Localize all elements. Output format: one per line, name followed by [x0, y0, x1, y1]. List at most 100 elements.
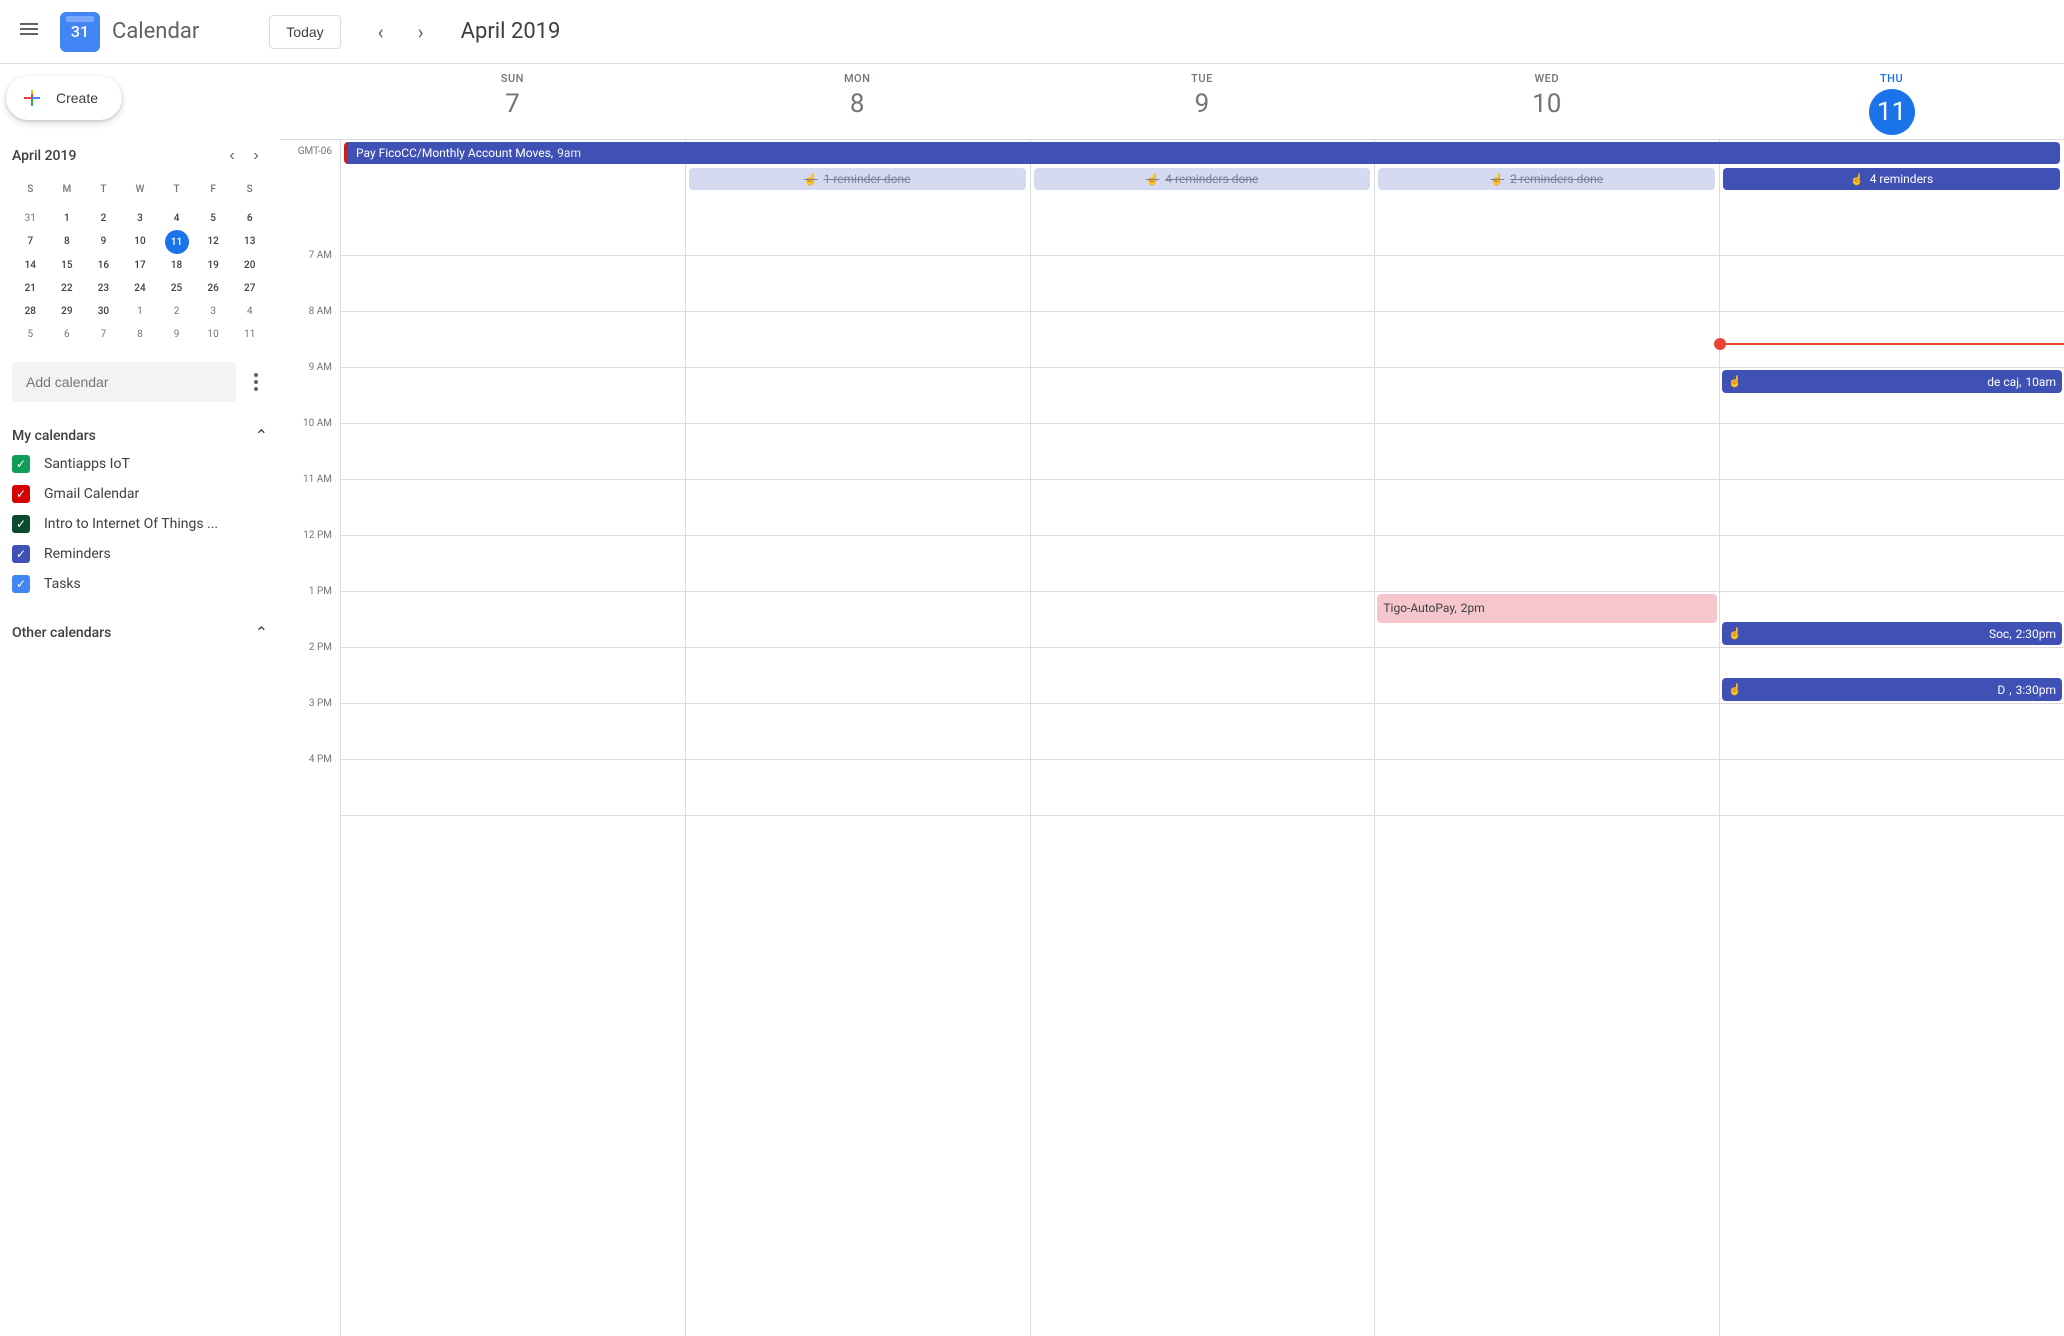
calendar-item[interactable]: ✓Gmail Calendar — [12, 479, 268, 509]
calendar-checkbox[interactable]: ✓ — [12, 545, 30, 563]
mini-calendar-day[interactable]: 12 — [195, 230, 232, 254]
calendar-item[interactable]: ✓Reminders — [12, 539, 268, 569]
next-week-button[interactable]: › — [401, 12, 441, 52]
current-month-label: April 2019 — [461, 19, 561, 44]
day-header[interactable]: WED10 — [1374, 64, 1719, 139]
mini-calendar-day[interactable]: 23 — [85, 277, 122, 300]
event[interactable]: ☝de caj, 10am — [1722, 370, 2062, 393]
mini-calendar-day[interactable]: 13 — [231, 230, 268, 254]
add-calendar-input[interactable] — [12, 362, 236, 402]
mini-calendar-day[interactable]: 25 — [158, 277, 195, 300]
day-column[interactable] — [340, 200, 685, 1336]
mini-calendar-day[interactable]: 6 — [231, 207, 268, 230]
mini-calendar-day[interactable]: 1 — [122, 300, 159, 323]
event[interactable]: Tigo-AutoPay, 2pm — [1377, 594, 1717, 623]
event[interactable]: ☝D, 3:30pm — [1722, 678, 2062, 701]
reminder-label: 2 reminders done — [1510, 172, 1603, 186]
main-menu-button[interactable] — [8, 8, 56, 56]
mini-calendar-day[interactable]: 8 — [49, 230, 86, 254]
mini-calendar-day[interactable]: 7 — [85, 323, 122, 346]
reminder-icon: ☝ — [1728, 683, 1742, 696]
mini-calendar-day[interactable]: 31 — [12, 207, 49, 230]
mini-calendar-day[interactable]: 30 — [85, 300, 122, 323]
mini-calendar-day[interactable]: 1 — [49, 207, 86, 230]
mini-calendar-day[interactable]: 28 — [12, 300, 49, 323]
mini-calendar-day[interactable]: 7 — [12, 230, 49, 254]
mini-calendar-day[interactable]: 2 — [85, 207, 122, 230]
day-column[interactable]: Tigo-AutoPay, 2pm — [1374, 200, 1719, 1336]
day-header[interactable]: THU11 — [1719, 64, 2064, 139]
reminder-chip[interactable]: ☝2 reminders done — [1378, 168, 1715, 190]
hour-label: 3 PM — [280, 698, 340, 754]
mini-calendar-day[interactable]: 20 — [231, 254, 268, 277]
mini-calendar-day[interactable]: 8 — [122, 323, 159, 346]
mini-calendar-day[interactable]: 9 — [85, 230, 122, 254]
other-calendars-toggle[interactable]: Other calendars ⌃ — [12, 619, 268, 646]
prev-week-button[interactable]: ‹ — [361, 12, 401, 52]
my-calendars-toggle[interactable]: My calendars ⌃ — [12, 422, 268, 449]
mini-calendar-day[interactable]: 5 — [12, 323, 49, 346]
calendar-label: Intro to Internet Of Things ... — [44, 516, 218, 532]
calendar-checkbox[interactable]: ✓ — [12, 575, 30, 593]
mini-calendar-day[interactable]: 4 — [231, 300, 268, 323]
calendar-item[interactable]: ✓ Intro to Internet Of Things ... — [12, 509, 268, 539]
mini-calendar-day[interactable]: 11 — [231, 323, 268, 346]
mini-calendar-day[interactable]: 16 — [85, 254, 122, 277]
calendar-checkbox[interactable]: ✓ — [12, 455, 30, 473]
today-button[interactable]: Today — [269, 15, 340, 49]
time-grid[interactable]: 7 AM8 AM9 AM10 AM11 AM12 PM1 PM2 PM3 PM4… — [280, 200, 2064, 1336]
allday-event[interactable]: Pay FicoCC/Monthly Account Moves, 9am — [344, 142, 2060, 164]
mini-calendar-day[interactable]: 9 — [158, 323, 195, 346]
calendar-item[interactable]: ✓Tasks — [12, 569, 268, 599]
mini-calendar-day[interactable]: 21 — [12, 277, 49, 300]
week-header: SUN7MON8TUE9WED10THU11 — [280, 64, 2064, 140]
calendar-item[interactable]: ✓Santiapps IoT — [12, 449, 268, 479]
mini-calendar-day[interactable]: 22 — [49, 277, 86, 300]
other-calendars-label: Other calendars — [12, 625, 111, 641]
mini-prev-month-button[interactable]: ‹ — [220, 144, 244, 168]
reminder-chip[interactable]: ☝1 reminder done — [689, 168, 1026, 190]
mini-calendar-day[interactable]: 19 — [195, 254, 232, 277]
mini-calendar-day[interactable]: 11 — [165, 230, 189, 254]
chevron-up-icon: ⌃ — [255, 623, 268, 642]
mini-calendar-day[interactable]: 15 — [49, 254, 86, 277]
reminder-icon: ☝ — [1146, 173, 1160, 186]
calendar-logo-icon: 31 — [60, 12, 100, 52]
hamburger-icon — [20, 20, 44, 44]
day-header[interactable]: SUN7 — [340, 64, 685, 139]
mini-next-month-button[interactable]: › — [244, 144, 268, 168]
mini-calendar-day[interactable]: 24 — [122, 277, 159, 300]
plus-icon — [20, 86, 44, 110]
mini-calendar-day[interactable]: 5 — [195, 207, 232, 230]
day-column[interactable] — [1030, 200, 1375, 1336]
reminder-chip[interactable]: ☝4 reminders done — [1034, 168, 1371, 190]
mini-calendar-day[interactable]: 26 — [195, 277, 232, 300]
mini-calendar-day[interactable]: 6 — [49, 323, 86, 346]
calendar-checkbox[interactable]: ✓ — [12, 515, 30, 533]
mini-calendar-day[interactable]: 4 — [158, 207, 195, 230]
mini-calendar-day[interactable]: 29 — [49, 300, 86, 323]
mini-calendar-day[interactable]: 3 — [122, 207, 159, 230]
mini-dow-label: W — [122, 180, 159, 199]
mini-calendar-day[interactable]: 3 — [195, 300, 232, 323]
day-column[interactable] — [685, 200, 1030, 1336]
mini-calendar-day[interactable]: 27 — [231, 277, 268, 300]
day-header[interactable]: MON8 — [685, 64, 1030, 139]
day-header[interactable]: TUE9 — [1030, 64, 1375, 139]
mini-dow-label: M — [49, 180, 86, 199]
calendar-checkbox[interactable]: ✓ — [12, 485, 30, 503]
mini-calendar-day[interactable]: 2 — [158, 300, 195, 323]
create-button[interactable]: Create — [6, 76, 122, 120]
event[interactable]: ☝Soc, 2:30pm — [1722, 622, 2062, 645]
calendar-settings-button[interactable] — [244, 373, 268, 391]
mini-calendar-day[interactable]: 17 — [122, 254, 159, 277]
mini-calendar-day[interactable]: 10 — [122, 230, 159, 254]
mini-calendar-day[interactable]: 14 — [12, 254, 49, 277]
mini-calendar-day[interactable]: 10 — [195, 323, 232, 346]
app-logo[interactable]: 31 Calendar — [60, 12, 199, 52]
mini-calendar-day[interactable]: 18 — [158, 254, 195, 277]
reminder-chip[interactable]: ☝4 reminders — [1723, 168, 2060, 190]
day-column[interactable]: ☝de caj, 10am ☝Soc, 2:30pm ☝D, 3:30pm — [1719, 200, 2064, 1336]
reminder-label: 1 reminder done — [824, 172, 911, 186]
week-nav: ‹ › — [361, 12, 441, 52]
